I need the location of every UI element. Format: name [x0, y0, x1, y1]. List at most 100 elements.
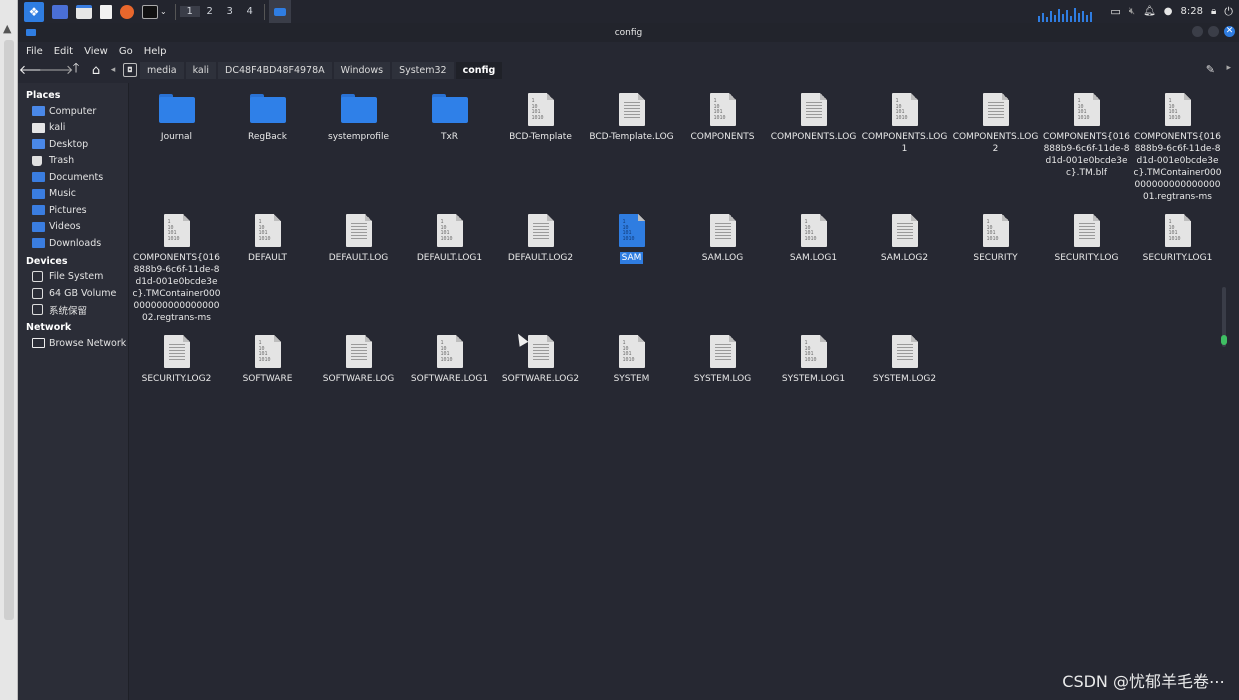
top-panel: ❖ ⌄ 1 2 3 4 ▭ 🔇︎ 🔔︎ ● 8:28 🔒︎ ⏻ — [18, 0, 1239, 23]
host-scrollbar[interactable]: ▲ — [0, 0, 18, 700]
window-titlebar[interactable]: config ✕ — [18, 23, 1239, 42]
notification-bell-icon[interactable]: 🔔︎ — [1143, 6, 1156, 17]
sidebar-item[interactable]: Music — [18, 186, 128, 203]
file-item[interactable]: 1 10 101 1010 SAM — [586, 214, 677, 264]
show-desktop-button[interactable] — [48, 0, 72, 23]
file-name: SECURITY.LOG2 — [141, 374, 212, 384]
menu-help[interactable]: Help — [144, 46, 167, 57]
menu-edit[interactable]: Edit — [54, 46, 73, 57]
file-item[interactable]: DEFAULT.LOG2 — [495, 214, 586, 264]
forward-button[interactable]: 🡒 — [39, 60, 74, 80]
scrollbar-thumb[interactable] — [1221, 335, 1227, 345]
breadcrumb-left-arrow[interactable]: ◂ — [106, 65, 120, 75]
taskbar-window-config[interactable] — [268, 0, 291, 23]
up-button[interactable]: 🡑 — [66, 60, 86, 80]
file-item[interactable]: SAM.LOG — [677, 214, 768, 264]
display-icon[interactable]: ▭ — [1110, 5, 1120, 18]
sidebar-item[interactable]: Downloads — [18, 235, 128, 252]
file-item[interactable]: 1 10 101 1010 SECURITY.LOG1 — [1132, 214, 1223, 264]
host-scrollbar-thumb[interactable] — [4, 40, 14, 620]
sidebar-item[interactable]: Pictures — [18, 202, 128, 219]
workspace-3[interactable]: 3 — [220, 6, 240, 17]
file-view-scrollbar[interactable] — [1219, 287, 1229, 347]
file-item[interactable]: 1 10 101 1010 COMPONENTS — [677, 93, 768, 143]
home-button[interactable]: ⌂ — [86, 60, 106, 80]
breadcrumb-item[interactable]: config — [455, 61, 503, 79]
breadcrumb-item[interactable]: Windows — [333, 61, 391, 79]
file-item[interactable]: SOFTWARE.LOG — [313, 335, 404, 385]
file-item[interactable]: SYSTEM.LOG2 — [859, 335, 950, 385]
file-item[interactable]: SOFTWARE.LOG2 — [495, 335, 586, 385]
sidebar-item[interactable]: File System — [18, 269, 128, 286]
menu-view[interactable]: View — [84, 46, 108, 57]
scroll-up-icon[interactable]: ▲ — [3, 22, 11, 35]
sidebar-item[interactable]: Browse Network — [18, 335, 128, 352]
maximize-button[interactable] — [1208, 26, 1219, 37]
file-item[interactable]: 1 10 101 1010 SOFTWARE.LOG1 — [404, 335, 495, 385]
power-icon[interactable]: ⏻ — [1224, 5, 1233, 19]
sidebar-item[interactable]: 系统保留 — [18, 302, 128, 319]
folder-item[interactable]: RegBack — [222, 93, 313, 143]
text-file-icon — [890, 214, 920, 248]
file-item[interactable]: 1 10 101 1010 DEFAULT — [222, 214, 313, 264]
browser-launcher[interactable] — [116, 0, 138, 23]
sidebar-item[interactable]: Videos — [18, 219, 128, 236]
file-item[interactable]: 1 10 101 1010 SAM.LOG1 — [768, 214, 859, 264]
clock[interactable]: 8:28 — [1181, 6, 1203, 17]
file-item[interactable]: 1 10 101 1010 COMPONENTS.LOG1 — [859, 93, 950, 155]
edit-path-icon[interactable]: ✎ — [1206, 63, 1215, 76]
sidebar-item[interactable]: Documents — [18, 169, 128, 186]
file-item[interactable]: COMPONENTS.LOG2 — [950, 93, 1041, 155]
workspace-4[interactable]: 4 — [240, 6, 260, 17]
file-manager-launcher[interactable] — [72, 0, 96, 23]
folder-item[interactable]: Journal — [131, 93, 222, 143]
file-item[interactable]: SECURITY.LOG2 — [131, 335, 222, 385]
terminal-launcher[interactable]: ⌄ — [138, 0, 171, 23]
file-item[interactable]: SECURITY.LOG — [1041, 214, 1132, 264]
file-item[interactable]: DEFAULT.LOG — [313, 214, 404, 264]
file-item[interactable]: COMPONENTS.LOG — [768, 93, 859, 143]
folder-item[interactable]: systemprofile — [313, 93, 404, 143]
folder-icon — [32, 238, 45, 249]
close-button[interactable]: ✕ — [1224, 26, 1235, 37]
sidebar-item[interactable]: Trash — [18, 153, 128, 170]
file-item[interactable]: 1 10 101 1010 COMPONENTS{016888b9-6c6f-11de-… — [131, 214, 222, 324]
chevron-down-icon[interactable]: ⌄ — [160, 7, 167, 16]
breadcrumb-root-icon[interactable]: ◘ — [123, 63, 137, 77]
breadcrumb-item[interactable]: kali — [185, 61, 217, 79]
workspace-1[interactable]: 1 — [179, 6, 200, 17]
workspace-2[interactable]: 2 — [200, 6, 220, 17]
breadcrumb-item[interactable]: media — [140, 61, 184, 79]
breadcrumb-item[interactable]: System32 — [392, 61, 454, 79]
menu-go[interactable]: Go — [119, 46, 133, 57]
mute-icon[interactable]: 🔇︎ — [1129, 6, 1135, 17]
file-item[interactable]: 1 10 101 1010 SYSTEM.LOG1 — [768, 335, 859, 385]
file-item[interactable]: BCD-Template.LOG — [586, 93, 677, 143]
file-item[interactable]: 1 10 101 1010 BCD-Template — [495, 93, 586, 143]
file-item[interactable]: SAM.LOG2 — [859, 214, 950, 264]
file-item[interactable]: 1 10 101 1010 DEFAULT.LOG1 — [404, 214, 495, 264]
window-title: config — [614, 27, 643, 38]
sidebar-item[interactable]: Desktop — [18, 136, 128, 153]
sidebar-item[interactable]: kali — [18, 120, 128, 137]
folder-item[interactable]: TxR — [404, 93, 495, 143]
breadcrumb-item[interactable]: DC48F4BD48F4978A — [218, 61, 332, 79]
file-item[interactable]: 1 10 101 1010 SECURITY — [950, 214, 1041, 264]
file-item[interactable]: 1 10 101 1010 COMPONENTS{016888b9-6c6f-11de-… — [1041, 93, 1132, 179]
file-item[interactable]: 1 10 101 1010 COMPONENTS{016888b9-6c6f-11de-… — [1132, 93, 1223, 203]
file-item[interactable]: 1 10 101 1010 SYSTEM — [586, 335, 677, 385]
file-name: SAM — [619, 252, 644, 264]
file-item[interactable]: 1 10 101 1010 SOFTWARE — [222, 335, 313, 385]
folder-icon — [158, 93, 195, 127]
sidebar-item[interactable]: 64 GB Volume — [18, 285, 128, 302]
menu-file[interactable]: File — [26, 46, 43, 57]
text-editor-launcher[interactable] — [96, 0, 116, 23]
minimize-button[interactable] — [1192, 26, 1203, 37]
sidebar-item[interactable]: Computer — [18, 103, 128, 120]
breadcrumb-right-arrow[interactable]: ▸ — [1226, 63, 1231, 73]
lock-icon[interactable]: 🔒︎ — [1211, 6, 1216, 17]
window-folder-icon — [26, 29, 36, 36]
kali-menu-button[interactable]: ❖ — [18, 0, 48, 23]
file-item[interactable]: SYSTEM.LOG — [677, 335, 768, 385]
file-view[interactable]: Journal RegBack systemprofile TxR 1 10 101 1010… — [130, 83, 1229, 700]
